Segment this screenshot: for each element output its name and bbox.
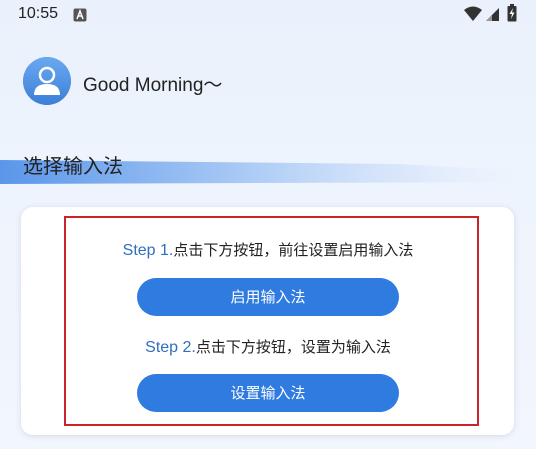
step-1-instruction: Step 1.点击下方按钮，前往设置启用输入法 [0,239,536,260]
step-1-number: Step 1. [122,242,174,259]
section-title: 选择输入法 [23,154,123,178]
cell-signal-icon [486,8,499,21]
status-bar: 10:55 [0,0,536,30]
step-2-instruction: Step 2.点击下方按钮，设置为输入法 [0,336,536,357]
user-avatar-icon[interactable] [23,57,71,105]
enable-input-method-button[interactable]: 启用输入法 [137,278,399,316]
greeting-row: Good Morning～ [23,57,423,107]
notification-icon [73,8,87,22]
set-input-method-button[interactable]: 设置输入法 [137,374,399,412]
step-2-text: 点击下方按钮，设置为输入法 [195,338,391,356]
wifi-icon [464,6,482,21]
battery-charging-icon [507,4,517,22]
greeting-text: Good Morning～ [83,75,223,96]
step-2-number: Step 2. [145,339,196,356]
step-1-text: 点击下方按钮，前往设置启用输入法 [173,241,414,259]
status-time: 10:55 [18,5,59,22]
